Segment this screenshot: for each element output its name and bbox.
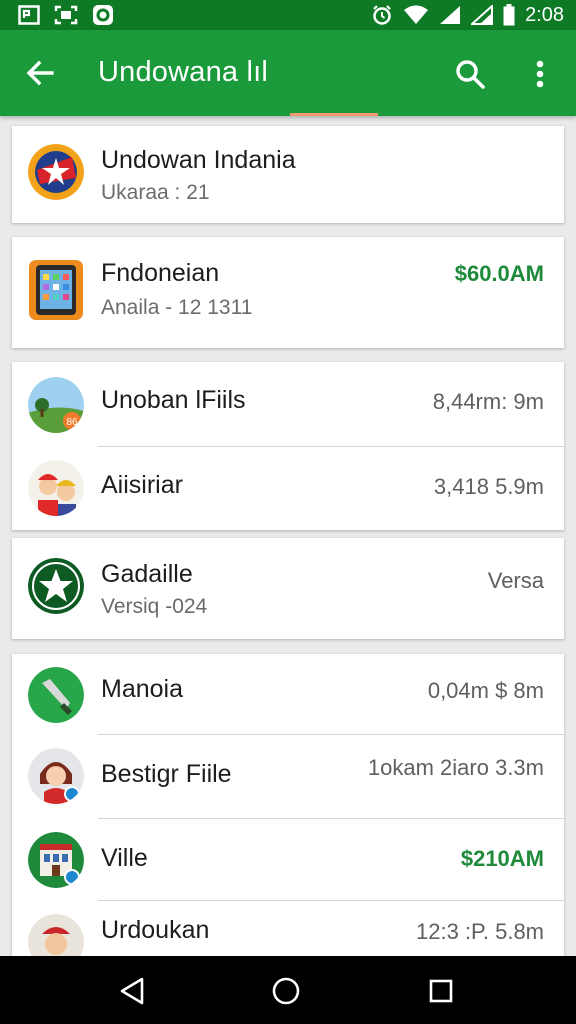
item-title: Fndoneian: [101, 259, 220, 287]
home-circle-icon[interactable]: [270, 975, 302, 1007]
item-subtitle: Ukaraa : 21: [101, 181, 210, 204]
list-card: 86 Unoban lFiils 8,44rm: 9m Aiisiriar 3,…: [12, 362, 564, 530]
character-avatar-icon: [28, 460, 84, 516]
list-item[interactable]: Fndoneian Anaila - 12 1311 $60.0AM: [12, 237, 564, 348]
item-title: Undowan Indania: [101, 146, 296, 174]
svg-text:86: 86: [66, 417, 78, 428]
item-title: Unoban lFiils: [101, 386, 246, 414]
item-value: $60.0AM: [454, 261, 544, 286]
item-title: Ville: [101, 844, 148, 872]
item-value: 3,418 5.9m: [433, 474, 544, 499]
status-time: 2:08: [525, 3, 564, 26]
item-value: $210AM: [460, 846, 544, 871]
back-triangle-icon[interactable]: [116, 976, 148, 1006]
list-item[interactable]: Ville $210AM: [12, 818, 564, 900]
list-item[interactable]: Gadaille Versiq -024 Versa: [12, 538, 564, 639]
list-item[interactable]: Bestigr Fiile 1okam 2iaro 3.3m: [12, 734, 564, 818]
girl-avatar-icon: [28, 748, 84, 804]
screenshot-icon: [54, 5, 78, 25]
app-badge-icon: [93, 5, 113, 25]
navigation-bar: [0, 956, 576, 1024]
tab-indicator: [290, 113, 378, 116]
back-arrow-icon[interactable]: [22, 55, 58, 91]
search-icon[interactable]: [452, 56, 488, 92]
list-item[interactable]: Aiisiriar 3,418 5.9m: [12, 446, 564, 530]
app-logo-icon: [28, 144, 84, 200]
item-value: 12:3 :P. 5.8m: [415, 919, 544, 944]
list-item[interactable]: Urdoukan 12:3 :P. 5.8m: [12, 900, 564, 970]
more-options-icon[interactable]: [526, 56, 554, 92]
list-item[interactable]: 86 Unoban lFiils 8,44rm: 9m: [12, 362, 564, 446]
app-bar: Undowana lıl: [0, 30, 576, 116]
wifi-icon: [404, 5, 429, 24]
item-subtitle: Versiq -024: [101, 595, 208, 618]
item-value: Versa: [487, 568, 544, 593]
item-value: 8,44rm: 9m: [432, 389, 544, 414]
image-icon: [18, 5, 40, 25]
item-value: 1okam 2iaro 3.3m: [367, 755, 544, 780]
tool-app-icon: [28, 667, 84, 723]
phone-app-icon: [28, 259, 84, 321]
store-app-icon: [28, 832, 84, 888]
item-title: Gadaille: [101, 560, 193, 588]
alarm-icon: [373, 5, 391, 25]
recents-square-icon[interactable]: [426, 976, 456, 1006]
list-card: Gadaille Versiq -024 Versa: [12, 538, 564, 639]
list-card: Fndoneian Anaila - 12 1311 $60.0AM: [12, 237, 564, 348]
battery-icon: [503, 4, 515, 26]
signal-icon-2: [471, 5, 494, 25]
page-title: Undowana lıl: [98, 56, 269, 88]
list-item[interactable]: Undowan Indania Ukaraa : 21: [12, 126, 564, 223]
signal-icon: [440, 6, 461, 24]
star-icon: [28, 558, 84, 614]
list-item[interactable]: Manoia 0,04m $ 8m: [12, 654, 564, 734]
landscape-app-icon: 86: [28, 377, 84, 433]
item-title: Bestigr Fiile: [101, 760, 232, 788]
list-card: Undowan Indania Ukaraa : 21: [12, 126, 564, 223]
item-subtitle: Anaila - 12 1311: [101, 296, 253, 319]
item-title: Urdoukan: [101, 916, 210, 944]
item-title: Aiisiriar: [101, 471, 183, 499]
status-bar: 2:08: [0, 0, 576, 30]
item-title: Manoia: [101, 675, 183, 703]
item-value: 0,04m $ 8m: [427, 678, 544, 703]
list-card: Manoia 0,04m $ 8m Bestigr Fiile 1okam 2i…: [12, 654, 564, 970]
